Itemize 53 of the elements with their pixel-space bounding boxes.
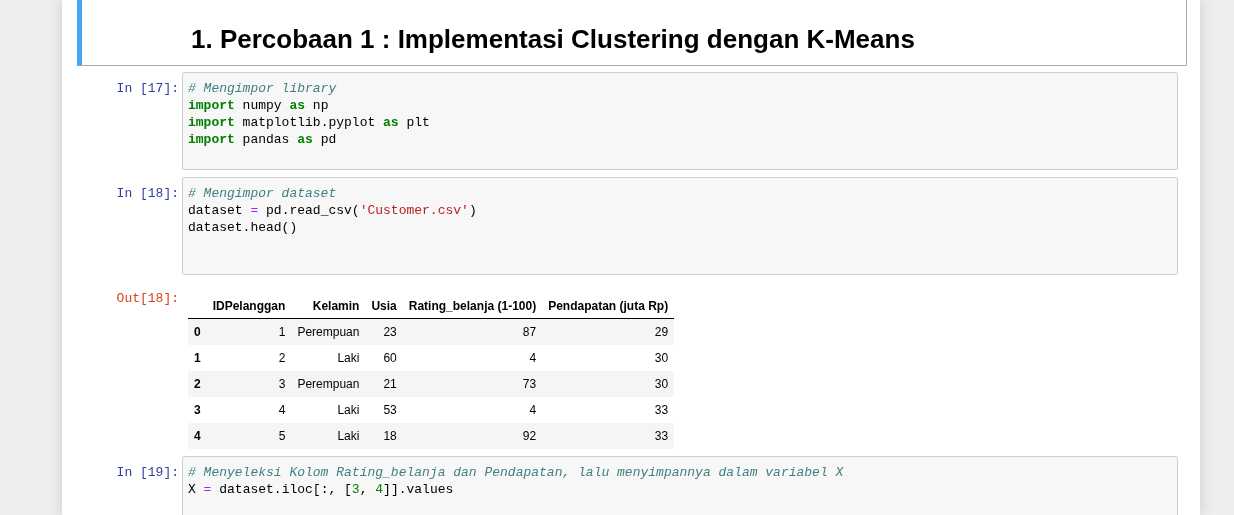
row-index: 0: [188, 318, 207, 345]
table-cell: 4: [206, 397, 292, 423]
table-cell: 30: [542, 345, 675, 371]
code-cell[interactable]: # Mengimpor dataset dataset = pd.read_csv('Customer.csv') dataset.head(): [182, 177, 1178, 275]
table-cell: Perempuan: [291, 318, 366, 345]
table-cell: 23: [365, 318, 403, 345]
table-cell: 2: [206, 345, 292, 371]
row-index: 3: [188, 397, 207, 423]
table-cell: 30: [542, 371, 675, 397]
code-cell[interactable]: # Menyeleksi Kolom Rating_belanja dan Pendapatan, lalu menyimpannya dalam variabel X X = dataset.iloc[:, [3, 4]].values: [182, 456, 1178, 515]
table-cell: Perempuan: [291, 371, 366, 397]
code-line: import numpy as np: [188, 97, 330, 114]
column-header: Usia: [365, 294, 403, 319]
table-cell: 73: [402, 371, 543, 397]
table-cell: 33: [542, 397, 675, 423]
input-prompt: In [17]:: [115, 80, 180, 98]
row-index: 4: [188, 423, 207, 449]
section-heading: 1. Percobaan 1 : Implementasi Clustering dengan K-Means: [191, 24, 915, 55]
code-line: dataset = pd.read_csv('Customer.csv'): [188, 202, 478, 219]
table-cell: 53: [365, 397, 403, 423]
table-cell: Laki: [291, 345, 366, 371]
input-prompt: In [19]:: [115, 464, 180, 482]
code-cell[interactable]: # Mengimpor library import numpy as np import matplotlib.pyplot as plt import pandas as pd: [182, 72, 1178, 170]
output-prompt: Out[18]:: [115, 290, 180, 308]
row-index: 1: [188, 345, 207, 371]
table-cell: 87: [402, 318, 543, 345]
markdown-cell[interactable]: 1. Percobaan 1 : Implementasi Clustering dengan K-Means: [77, 0, 1187, 66]
column-header: Pendapatan (juta Rp): [542, 294, 675, 319]
code-line: # Mengimpor dataset: [188, 185, 338, 202]
code-line: X = dataset.iloc[:, [3, 4]].values: [188, 481, 455, 498]
table-cell: 29: [542, 318, 675, 345]
row-index: 2: [188, 371, 207, 397]
table-cell: 3: [206, 371, 292, 397]
table-cell: Laki: [291, 397, 366, 423]
table-cell: 33: [542, 423, 675, 449]
column-header: IDPelanggan: [206, 294, 292, 319]
code-line: # Mengimpor library: [188, 80, 338, 97]
table-cell: 18: [365, 423, 403, 449]
column-header: Rating_belanja (1-100): [402, 294, 543, 319]
table-cell: 21: [365, 371, 403, 397]
table-cell: Laki: [291, 423, 366, 449]
code-line: import matplotlib.pyplot as plt: [188, 114, 431, 131]
input-prompt: In [18]:: [115, 185, 180, 203]
table-cell: 5: [206, 423, 292, 449]
code-line: # Menyeleksi Kolom Rating_belanja dan Pendapatan, lalu menyimpannya dalam variabel X: [188, 464, 845, 481]
code-line: dataset.head(): [188, 219, 299, 236]
code-line: import pandas as pd: [188, 131, 338, 148]
table-cell: 4: [402, 345, 543, 371]
table-cell: 60: [365, 345, 403, 371]
column-header: Kelamin: [291, 294, 366, 319]
table-cell: 4: [402, 397, 543, 423]
table-cell: 92: [402, 423, 543, 449]
table-cell: 1: [206, 318, 292, 345]
